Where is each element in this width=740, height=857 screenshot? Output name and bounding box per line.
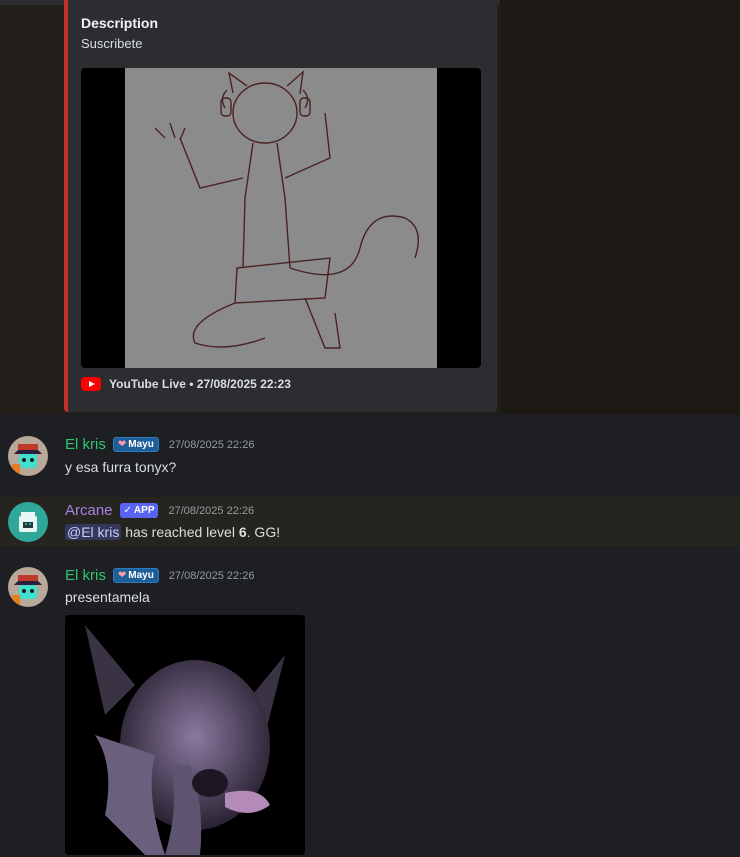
message-item: El kris ❤ Mayu 27/08/2025 22:26 y esa fu… — [0, 414, 740, 496]
embed-timestamp: 27/08/2025 22:23 — [196, 377, 291, 391]
message-text: presentamela — [65, 589, 150, 605]
bot-avatar[interactable] — [8, 502, 48, 542]
message-timestamp: 27/08/2025 22:26 — [168, 438, 255, 451]
embed-footer: YouTube Live • 27/08/2025 22:23 — [81, 377, 291, 391]
embed-description-title: Description — [81, 15, 159, 31]
role-tag-label: Mayu — [128, 439, 154, 450]
username[interactable]: Arcane — [65, 502, 113, 519]
heart-icon: ❤ — [117, 439, 127, 450]
role-tag[interactable]: ❤ Mayu — [112, 568, 159, 583]
image-attachment[interactable] — [65, 615, 305, 855]
message-header: El kris ❤ Mayu 27/08/2025 22:26 — [65, 436, 254, 453]
sketch-drawing — [154, 70, 419, 349]
level-text: has reached level — [125, 524, 235, 540]
message-text: @El kris has reached level 6. GG! — [65, 524, 280, 540]
embed-video-thumbnail[interactable] — [81, 68, 481, 368]
user-avatar[interactable] — [8, 567, 48, 607]
embed-description-text: Suscribete — [81, 36, 143, 51]
message-item: Arcane ✓ APP 27/08/2025 22:26 @El kris h… — [0, 497, 740, 546]
role-tag[interactable]: ❤ Mayu — [112, 437, 159, 452]
username[interactable]: El kris — [65, 436, 106, 453]
youtube-embed: Description Suscribete YouTube Live • 27… — [64, 0, 497, 412]
level-number: 6 — [238, 524, 247, 540]
message-timestamp: 27/08/2025 22:26 — [168, 569, 255, 582]
checkmark-icon: ✓ — [123, 505, 132, 516]
youtube-icon — [81, 377, 101, 391]
role-tag-label: Mayu — [128, 570, 154, 581]
embed-provider: YouTube Live — [109, 377, 186, 391]
app-tag-label: APP — [133, 505, 155, 516]
app-tag: ✓ APP — [119, 503, 159, 518]
background-panel — [500, 0, 740, 414]
embed-separator: • — [189, 377, 194, 391]
username[interactable]: El kris — [65, 567, 106, 584]
attachment-image — [65, 615, 305, 855]
message-header: Arcane ✓ APP 27/08/2025 22:26 — [65, 502, 254, 519]
video-frame — [125, 68, 437, 368]
message-header: El kris ❤ Mayu 27/08/2025 22:26 — [65, 567, 254, 584]
level-suffix: . GG! — [246, 524, 281, 540]
user-mention[interactable]: @El kris — [65, 524, 122, 540]
user-avatar[interactable] — [8, 436, 48, 476]
heart-icon: ❤ — [117, 570, 127, 581]
message-text: y esa furra tonyx? — [65, 459, 177, 475]
message-timestamp: 27/08/2025 22:26 — [168, 504, 255, 517]
